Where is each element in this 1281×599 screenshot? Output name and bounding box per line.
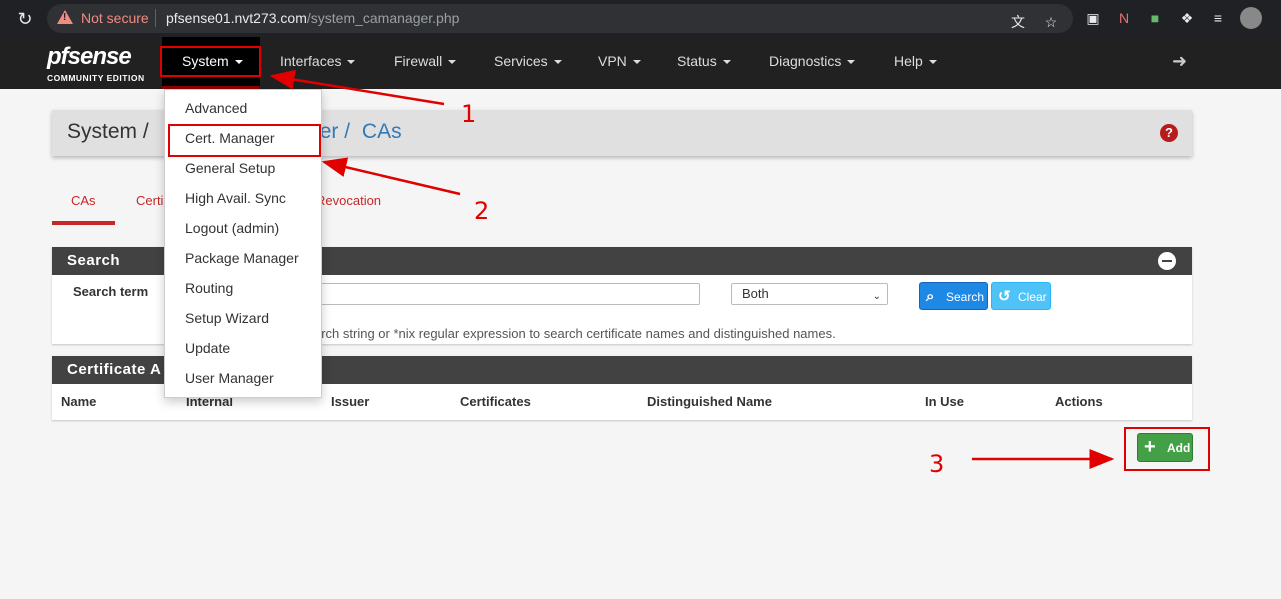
menu-item-high-avail-sync[interactable]: High Avail. Sync: [185, 190, 286, 206]
search-scope-select[interactable]: Both ⌄: [731, 283, 888, 305]
caret-down-icon: [722, 60, 731, 65]
nav-label: Services: [494, 53, 548, 69]
column-header-actions: Actions: [1055, 394, 1103, 409]
tab-cas[interactable]: CAs: [71, 193, 96, 208]
address-separator: [155, 9, 156, 27]
scope-value: Both: [742, 286, 769, 301]
browser-toolbar: ↻ Not secure pfsense01.nvt273.com/system…: [0, 0, 1281, 37]
annotation-box-add: [1124, 427, 1210, 471]
nav-label: Help: [894, 53, 923, 69]
breadcrumb-cas[interactable]: CAs: [362, 120, 402, 143]
url-path: /system_camanager.php: [306, 10, 460, 26]
logo-wordmark: pfsense: [47, 43, 132, 71]
security-label[interactable]: Not secure: [81, 10, 149, 26]
extension-icon[interactable]: N: [1115, 9, 1133, 27]
nav-label: Interfaces: [280, 53, 342, 69]
caret-down-icon: [347, 60, 356, 65]
nav-label: Status: [677, 53, 717, 69]
annotation-number-1: 1: [461, 100, 477, 128]
search-button-label: Search: [946, 290, 985, 304]
nav-status[interactable]: Status: [677, 37, 731, 89]
translate-icon[interactable]: 文: [1009, 13, 1027, 31]
active-tab-indicator: [52, 221, 115, 225]
logo-text: pfsense: [47, 43, 132, 70]
logout-icon[interactable]: ➜: [1172, 51, 1192, 71]
profile-avatar[interactable]: [1240, 7, 1262, 29]
menu-item-setup-wizard[interactable]: Setup Wizard: [185, 310, 269, 326]
puzzle-icon[interactable]: ❖: [1178, 9, 1196, 27]
column-header-issuer: Issuer: [331, 394, 370, 409]
annotation-number-3: 3: [929, 450, 945, 478]
nav-label: Diagnostics: [769, 53, 842, 69]
pfsense-logo[interactable]: pfsense COMMUNITY EDITION: [47, 43, 157, 83]
reload-icon[interactable]: ↻: [14, 8, 36, 30]
nav-vpn[interactable]: VPN: [598, 37, 641, 89]
annotation-number-2: 2: [474, 197, 490, 225]
annotation-box-cert-manager: [168, 124, 321, 157]
column-header-in-use: In Use: [925, 394, 965, 409]
logo-subtitle: COMMUNITY EDITION: [47, 73, 145, 83]
annotation-arrow-2: [321, 157, 461, 196]
caret-down-icon: [448, 60, 457, 65]
nav-label: Firewall: [394, 53, 443, 69]
extension-icon[interactable]: ▣: [1084, 9, 1102, 27]
search-button[interactable]: ⌕ Search: [919, 282, 988, 310]
column-header-name: Name: [61, 394, 97, 409]
column-header-distinguished-name: Distinguished Name: [647, 394, 772, 409]
caret-down-icon: [632, 60, 641, 65]
address-bar[interactable]: Not secure pfsense01.nvt273.com/system_c…: [47, 4, 1073, 33]
menu-item-logout[interactable]: Logout (admin): [185, 220, 279, 236]
menu-item-update[interactable]: Update: [185, 340, 230, 356]
menu-item-advanced[interactable]: Advanced: [185, 100, 247, 116]
undo-icon: ↺: [998, 288, 1011, 305]
warning-icon: [57, 10, 73, 24]
search-icon: ⌕: [926, 288, 935, 305]
nav-help[interactable]: Help: [894, 37, 937, 89]
nav-firewall[interactable]: Firewall: [394, 37, 457, 89]
caret-down-icon: [847, 60, 856, 65]
url-host: pfsense01.nvt273.com: [166, 10, 307, 26]
menu-item-package-manager[interactable]: Package Manager: [185, 250, 299, 266]
caret-down-icon: [553, 60, 562, 65]
nav-label: VPN: [598, 53, 627, 69]
menu-item-routing[interactable]: Routing: [185, 280, 233, 296]
nav-diagnostics[interactable]: Diagnostics: [769, 37, 856, 89]
menu-item-user-manager[interactable]: User Manager: [185, 370, 274, 386]
caret-down-icon: [928, 60, 937, 65]
clear-button-label: Clear: [1018, 290, 1047, 304]
collapse-icon[interactable]: [1158, 252, 1176, 270]
breadcrumb-system: System /: [67, 120, 149, 143]
menu-item-general-setup[interactable]: General Setup: [185, 160, 275, 176]
column-header-certificates: Certificates: [460, 394, 531, 409]
clear-button[interactable]: ↺ Clear: [991, 282, 1051, 310]
extension-icon[interactable]: ■: [1146, 9, 1164, 27]
tab-certificates[interactable]: Certi: [136, 193, 163, 208]
bookmark-star-icon[interactable]: ☆: [1042, 13, 1060, 31]
nav-interfaces[interactable]: Interfaces: [280, 37, 356, 89]
nav-services[interactable]: Services: [494, 37, 562, 89]
url-text[interactable]: pfsense01.nvt273.com/system_camanager.ph…: [166, 10, 459, 26]
media-queue-icon[interactable]: ≡: [1209, 9, 1227, 27]
search-help-text: arch string or *nix regular expression t…: [314, 326, 836, 341]
search-term-label: Search term: [73, 284, 149, 299]
help-icon[interactable]: ?: [1160, 124, 1178, 142]
chevron-down-icon: ⌄: [872, 291, 881, 302]
tab-revocation[interactable]: Revocation: [316, 193, 381, 208]
annotation-box-system: [160, 46, 261, 77]
